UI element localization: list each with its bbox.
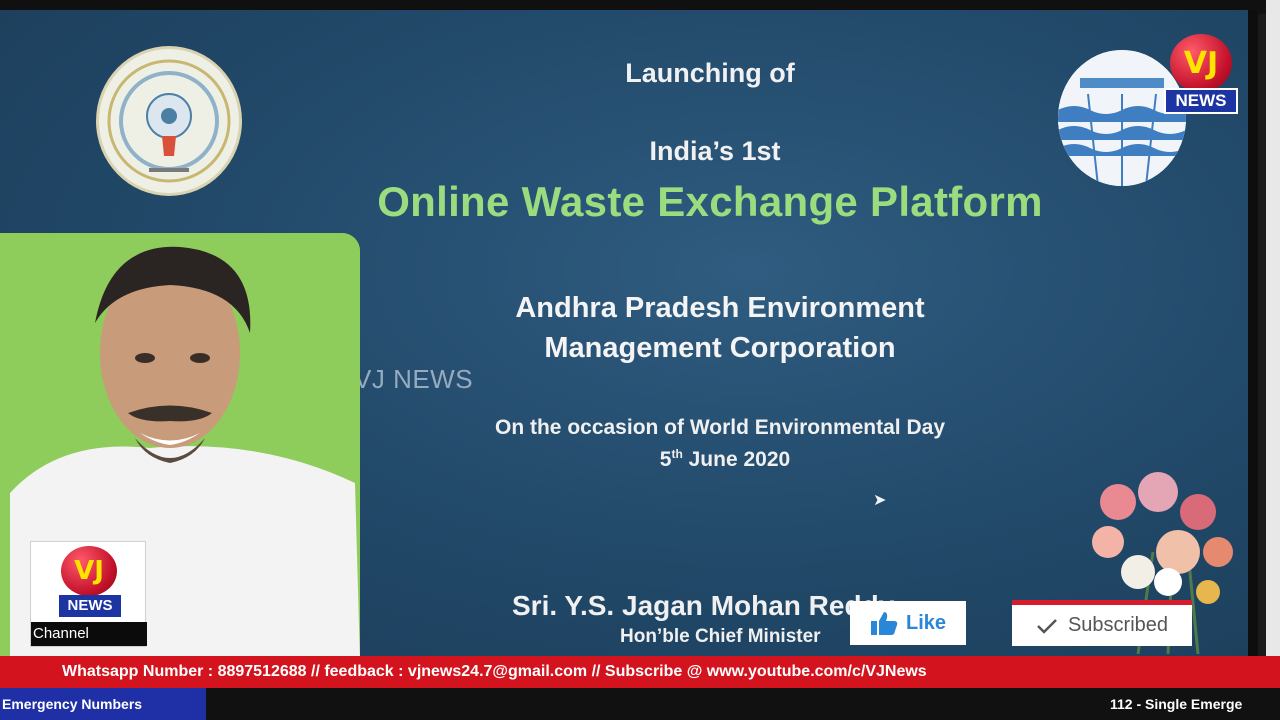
state-emblem-icon xyxy=(96,46,242,196)
slide-date-text: 5th June 2020 xyxy=(560,447,890,472)
vj-logo-news: NEWS xyxy=(1164,88,1238,114)
vj-news-logo: VJ NEWS xyxy=(1164,34,1238,120)
slide-person-title: Hon’ble Chief Minister xyxy=(620,626,821,647)
slide-occasion-text: On the occasion of World Environmental D… xyxy=(494,416,945,439)
like-label: Like xyxy=(905,611,947,634)
emergency-bar: Emergency Numbers 112 - Single Emerge xyxy=(0,688,1280,720)
channel-logo-letters: VJ xyxy=(61,546,117,596)
date-rest: June 2020 xyxy=(682,448,791,471)
vj-logo-letters: VJ xyxy=(1170,34,1232,92)
slide-person-name: Sri. Y.S. Jagan Mohan Reddy xyxy=(512,590,895,621)
emergency-label: Emergency Numbers xyxy=(0,688,206,720)
slide-org-line2: Management Corporation xyxy=(544,332,896,364)
checkmark-icon xyxy=(1037,618,1057,634)
slide-platform-title: Online Waste Exchange Platform xyxy=(377,178,1043,225)
slide-org-line1: Andhra Pradesh Environment xyxy=(515,292,925,324)
subscribed-button[interactable]: Subscribed xyxy=(1012,600,1192,646)
slide-launching-text: Launching of xyxy=(625,58,795,88)
vj-news-watermark: VJ NEWS xyxy=(354,364,474,394)
like-button[interactable]: Like xyxy=(850,601,966,645)
wall-edge xyxy=(1266,0,1280,660)
slide-first-text: India’s 1st xyxy=(649,136,781,166)
subscribed-label: Subscribed xyxy=(1067,614,1169,636)
channel-logo-news: NEWS xyxy=(59,595,121,617)
news-ticker: Whatsapp Number : 8897512688 // feedback… xyxy=(0,656,1280,688)
channel-label: Channel xyxy=(31,622,147,646)
mouse-cursor-icon: ➤ xyxy=(873,492,887,509)
channel-logo-box[interactable]: VJ NEWS Channel xyxy=(30,541,147,647)
thumbs-up-icon xyxy=(870,612,898,635)
date-day: 5 xyxy=(659,448,672,471)
date-suffix: th xyxy=(671,447,683,461)
emergency-scroll-text: 112 - Single Emerge xyxy=(1110,696,1243,712)
